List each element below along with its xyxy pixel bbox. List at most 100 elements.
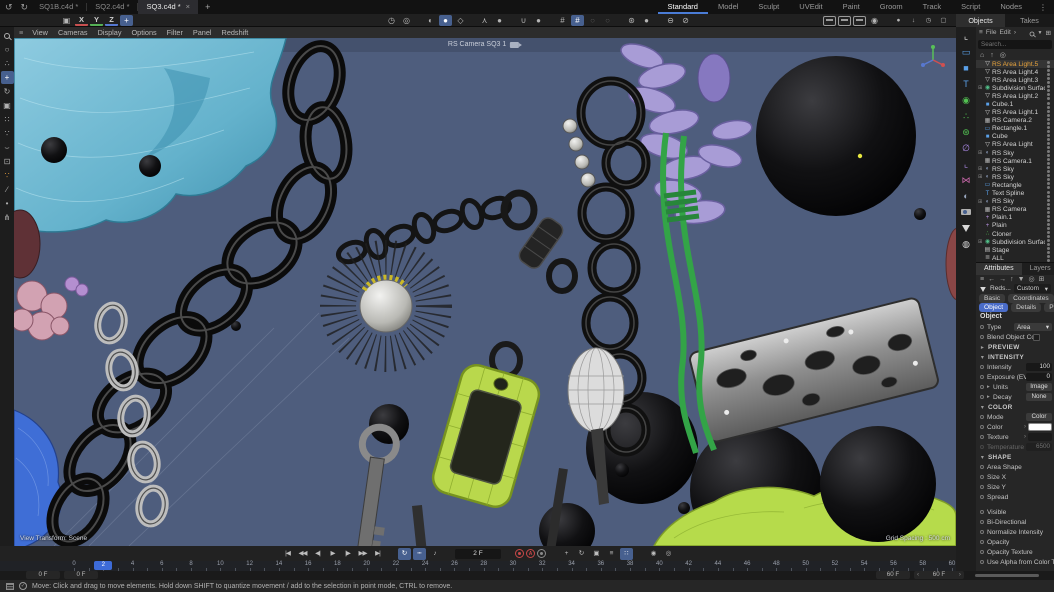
viewport-menu-view[interactable]: View: [27, 28, 53, 37]
viewport-canvas[interactable]: [14, 38, 956, 546]
animation-dot[interactable]: [980, 560, 984, 564]
animation-dot[interactable]: [980, 395, 984, 399]
sound-button[interactable]: ♪: [428, 548, 441, 560]
menu-overflow-icon[interactable]: ›: [1014, 29, 1016, 36]
visibility-dots[interactable]: [1047, 191, 1050, 194]
move-tool[interactable]: +: [1, 71, 14, 84]
object-item-rs-area-light[interactable]: ▽RS Area Light: [976, 141, 1054, 149]
visibility-dots[interactable]: [1047, 134, 1050, 137]
panel-tab-objects[interactable]: Objects: [956, 14, 1005, 27]
animation-dot[interactable]: [980, 485, 984, 489]
up-level-icon[interactable]: ↑: [990, 52, 994, 59]
joint-sphere-icon[interactable]: ●: [493, 15, 506, 26]
pen-tool[interactable]: ∕: [1, 183, 14, 196]
attr-toolbar-icon-4[interactable]: ▼: [1018, 276, 1025, 283]
sphere-mode-icon[interactable]: ●: [439, 15, 452, 26]
animation-dot[interactable]: [980, 495, 984, 499]
attr-toolbar-icon-3[interactable]: ↑: [1010, 276, 1014, 283]
object-item-rs-camera[interactable]: ▦RS Camera: [976, 206, 1054, 214]
burst-icon[interactable]: ⊛: [625, 15, 638, 26]
attr-nav-coordinates[interactable]: Coordinates: [1008, 294, 1054, 303]
object-item-subdivision-surface-1[interactable]: ⊞◉Subdivision Surface.1: [976, 84, 1054, 92]
viewport-menu-display[interactable]: Display: [93, 28, 127, 37]
split-tool[interactable]: ⋔: [1, 211, 14, 224]
section-header-shape[interactable]: ▾SHAPE: [976, 452, 1054, 462]
sky-icon[interactable]: ◐: [958, 189, 975, 204]
character-joint-icon[interactable]: ⋏: [478, 15, 491, 26]
snap-disabled2-icon[interactable]: ○: [601, 15, 614, 26]
render-settings-button[interactable]: [853, 16, 866, 26]
key-scale-button[interactable]: ▣: [590, 548, 603, 560]
value-dropdown[interactable]: Area▾: [1014, 323, 1052, 331]
layout-tab-track[interactable]: Track: [913, 0, 951, 14]
visibility-dots[interactable]: [1047, 85, 1050, 88]
layout-tab-groom[interactable]: Groom: [870, 0, 913, 14]
object-item-rs-sky[interactable]: ⊞◐RS Sky: [976, 198, 1054, 206]
locate-icon[interactable]: ◎: [1000, 51, 1006, 59]
team-render-icon[interactable]: ◉: [868, 15, 881, 26]
animation-dot[interactable]: [980, 510, 984, 514]
animation-dot[interactable]: [980, 520, 984, 524]
animation-dot[interactable]: [980, 325, 984, 329]
empty-value-box[interactable]: [1028, 433, 1052, 441]
checkbox[interactable]: [1033, 334, 1040, 341]
arrow-down-icon[interactable]: ↓: [907, 15, 920, 26]
live-selection-tool[interactable]: ○: [1, 43, 14, 56]
point-tool[interactable]: •: [1, 197, 14, 210]
object-item-stage[interactable]: ▤Stage: [976, 246, 1054, 254]
document-tab-sq3-c4d[interactable]: SQ3.c4d *×: [138, 0, 198, 14]
viewport[interactable]: RS Camera SQ3 1 View Transform: Scene Gr…: [14, 38, 956, 546]
stepper-right-icon[interactable]: ›: [957, 571, 963, 579]
null-ring-icon[interactable]: ◎: [400, 15, 413, 26]
object-item-rs-sky[interactable]: ⊞◐RS Sky: [976, 173, 1054, 181]
visibility-dots[interactable]: [1047, 215, 1050, 218]
quantize-playback-button[interactable]: ┅: [413, 548, 426, 560]
workplane-box-icon[interactable]: ▣: [60, 15, 73, 26]
animation-dot[interactable]: [980, 385, 984, 389]
attr-toolbar-icon-2[interactable]: →: [999, 276, 1006, 283]
key-parameter-button[interactable]: ≡: [605, 548, 618, 560]
new-tab-button[interactable]: +: [198, 2, 217, 12]
animation-dot[interactable]: [980, 335, 984, 339]
animation-dot[interactable]: [980, 530, 984, 534]
text-spline-icon[interactable]: T: [958, 77, 975, 92]
filter-icon[interactable]: ▼: [1038, 30, 1043, 36]
attr-tab-button-project[interactable]: Project: [1044, 303, 1054, 312]
visibility-dots[interactable]: [1047, 150, 1050, 153]
animation-dot[interactable]: [980, 365, 984, 369]
render-picture-viewer-button[interactable]: [838, 16, 851, 26]
expand-panel-icon[interactable]: ⊞: [1045, 29, 1051, 37]
spline-pen-icon[interactable]: ⌞: [958, 29, 975, 44]
attr-tab-button-object[interactable]: Object: [979, 303, 1008, 312]
history-icon[interactable]: ◷: [385, 15, 398, 26]
visibility-dots[interactable]: [1047, 110, 1050, 113]
color-swatch[interactable]: [1028, 423, 1052, 431]
range-end-field[interactable]: 60 F: [876, 571, 910, 579]
attr-nav-basic[interactable]: Basic: [979, 294, 1005, 303]
animation-dot[interactable]: [980, 375, 984, 379]
snap-disabled-icon[interactable]: ○: [586, 15, 599, 26]
visibility-dots[interactable]: [1047, 102, 1050, 105]
cloner-icon[interactable]: ◉: [958, 93, 975, 108]
object-search-input[interactable]: [978, 40, 1052, 49]
object-item-rs-camera-1[interactable]: ▦RS Camera.1: [976, 157, 1054, 165]
document-tab-sq1b-c4d[interactable]: SQ1B.c4d *: [31, 0, 86, 14]
document-tab-sq2-c4d[interactable]: SQ2.c4d *: [87, 0, 137, 14]
scale-tool[interactable]: ▣: [1, 99, 14, 112]
object-item-cube[interactable]: ■Cube: [976, 133, 1054, 141]
mode-dropdown[interactable]: Custom ▾: [1014, 284, 1051, 293]
next-frame-button[interactable]: |▶: [341, 548, 354, 560]
object-item-cloner[interactable]: ∴Cloner: [976, 230, 1054, 238]
undo-icon[interactable]: ↺: [5, 2, 13, 13]
attr-tab-button-details[interactable]: Details: [1011, 303, 1041, 312]
home-icon[interactable]: ⌂: [980, 52, 984, 59]
range-start-field[interactable]: 0 F: [64, 571, 98, 579]
viewport-menu-panel[interactable]: Panel: [188, 28, 217, 37]
render-view-button[interactable]: [823, 16, 836, 26]
material-icon[interactable]: ◍: [958, 237, 975, 252]
snap-grid-icon[interactable]: #: [571, 15, 584, 26]
visibility-dots[interactable]: [1047, 142, 1050, 145]
visibility-dots[interactable]: [1047, 182, 1050, 185]
visibility-dots[interactable]: [1047, 247, 1050, 250]
material-ball-icon[interactable]: ●: [892, 15, 905, 26]
